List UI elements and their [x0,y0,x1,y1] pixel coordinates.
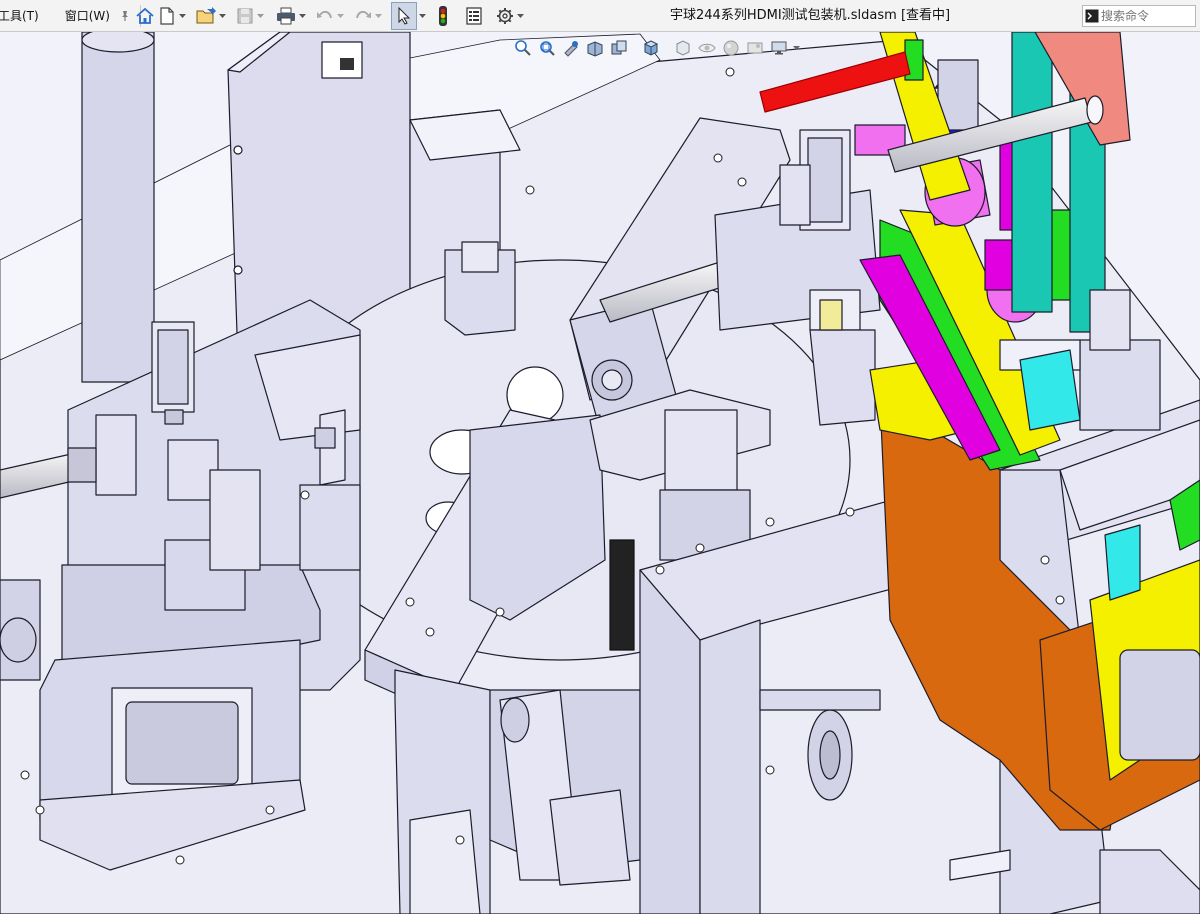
rebuild-button[interactable] [433,2,453,30]
assembly-model-view[interactable] [0,32,1200,914]
command-prompt-icon [1083,6,1101,26]
previous-view-icon [564,41,578,57]
options-dropdown[interactable] [516,2,525,30]
select-dropdown[interactable] [418,2,427,30]
save-button[interactable] [235,2,255,30]
column-left [81,32,155,383]
view-orientation-button[interactable] [640,37,662,59]
traffic-light-icon [439,6,447,26]
menu-tools[interactable]: 工具(T) [0,0,45,32]
window-title: 宇球244系列HDMI测试包装机.sldasm [查看中] [670,8,951,23]
select-button[interactable] [391,2,417,30]
teal-post [1011,32,1053,313]
undo-button[interactable] [315,2,335,30]
save-dropdown[interactable] [256,2,265,30]
search-command-input[interactable] [1101,9,1191,23]
display-style-icon [676,40,690,56]
edit-appearance-button[interactable] [720,37,742,59]
chevron-down-icon [517,13,524,18]
hide-show-items-button[interactable] [696,37,718,59]
new-document-dropdown[interactable] [178,2,187,30]
printer-icon [277,7,295,25]
solidworks-window: 工具(T) 窗口(W) 宇球244系列HDMI测试包装机.sldasm [查看中… [0,0,1200,914]
view-settings-dropdown[interactable] [792,34,801,62]
scene-icon [747,42,763,54]
eye-icon [698,43,716,53]
monitor-icon [771,41,787,55]
graphics-area[interactable] [0,32,1200,914]
cursor-arrow-icon [398,7,411,25]
quick-access-toolbar [134,0,525,32]
display-style-button[interactable] [672,37,694,59]
open-button[interactable] [195,2,217,30]
apply-scene-button[interactable] [744,37,766,59]
chevron-down-icon [179,13,186,18]
heads-up-view-toolbar [512,36,801,60]
gear-icon [497,8,513,24]
section-view-icon [587,41,603,57]
top-bar: 工具(T) 窗口(W) 宇球244系列HDMI测试包装机.sldasm [查看中… [0,0,1200,32]
save-icon [237,8,253,24]
search-box[interactable] [1082,5,1196,27]
open-folder-icon [196,7,216,24]
pin-icon[interactable] [116,0,134,32]
redo-dropdown[interactable] [374,2,383,30]
home-button[interactable] [135,2,155,30]
appearance-sphere-icon [723,40,739,56]
section-view-button[interactable] [584,37,606,59]
open-dropdown[interactable] [218,2,227,30]
zoom-to-area-button[interactable] [536,37,558,59]
new-document-icon [160,7,174,25]
chevron-down-icon [419,13,426,18]
print-button[interactable] [275,2,297,30]
view-settings-button[interactable] [768,37,790,59]
chevron-down-icon [793,45,800,50]
menu-bar: 工具(T) 窗口(W) [0,0,147,32]
view-cube-icon [611,40,627,55]
previous-view-button[interactable] [560,37,582,59]
new-document-button[interactable] [157,2,177,30]
zoom-to-area-icon [540,41,555,56]
redo-button[interactable] [353,2,373,30]
chevron-down-icon [299,13,306,18]
zoom-to-fit-button[interactable] [512,37,534,59]
chevron-down-icon [257,13,264,18]
cube-icon [643,40,659,56]
chevron-down-icon [337,13,344,18]
options-button[interactable] [495,2,515,30]
file-properties-icon [466,7,482,25]
chevron-down-icon [375,13,382,18]
undo-dropdown[interactable] [336,2,345,30]
redo-icon [356,10,371,19]
file-properties-button[interactable] [464,2,484,30]
chevron-down-icon [219,13,226,18]
home-icon [136,7,154,24]
zoom-to-fit-icon [515,40,531,56]
dynamic-annotation-button[interactable] [608,37,630,59]
undo-icon [317,10,332,19]
menu-window[interactable]: 窗口(W) [59,0,116,32]
print-dropdown[interactable] [298,2,307,30]
